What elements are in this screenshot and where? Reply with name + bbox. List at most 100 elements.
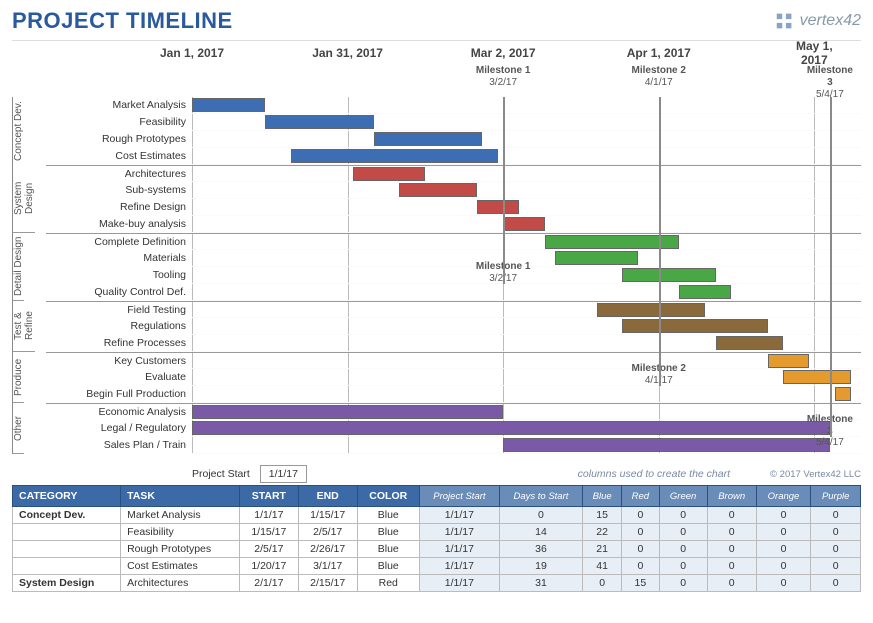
- table-subcell[interactable]: 0: [707, 541, 756, 558]
- table-subcell[interactable]: 36: [499, 541, 582, 558]
- table-subcell[interactable]: 0: [756, 507, 811, 524]
- table-subcell[interactable]: 41: [583, 558, 622, 575]
- table-subheader: Days to Start: [499, 486, 582, 507]
- table-cell[interactable]: Architectures: [121, 575, 240, 592]
- table-subcell[interactable]: 1/1/17: [419, 575, 499, 592]
- gantt-bar: [768, 354, 809, 368]
- bar-row: [192, 165, 861, 182]
- table-cell[interactable]: System Design: [13, 575, 121, 592]
- table-subcell[interactable]: 0: [622, 541, 659, 558]
- bar-row: [192, 148, 861, 165]
- task-label: Regulations: [46, 318, 192, 335]
- task-label-column: Market AnalysisFeasibilityRough Prototyp…: [46, 97, 192, 454]
- table-cell[interactable]: [13, 524, 121, 541]
- table-subcell[interactable]: 0: [622, 507, 659, 524]
- gantt-bar: [835, 387, 851, 401]
- gantt-bar: [291, 149, 498, 163]
- table-subcell[interactable]: 22: [583, 524, 622, 541]
- table-subcell[interactable]: 0: [659, 575, 707, 592]
- task-label: Materials: [46, 250, 192, 267]
- brand-text: vertex42: [800, 12, 861, 30]
- table-cell[interactable]: Blue: [357, 524, 419, 541]
- table-subcell[interactable]: 1/1/17: [419, 524, 499, 541]
- table-subcell[interactable]: 19: [499, 558, 582, 575]
- table-subcell[interactable]: 0: [707, 507, 756, 524]
- table-cell[interactable]: [13, 541, 121, 558]
- group-label: Produce: [12, 352, 24, 403]
- task-label: Complete Definition: [46, 233, 192, 250]
- table-subcell[interactable]: 0: [811, 575, 861, 592]
- table-cell[interactable]: Rough Prototypes: [121, 541, 240, 558]
- meta-row: Project Start 1/1/17 columns used to cre…: [12, 465, 861, 483]
- table-cell[interactable]: Market Analysis: [121, 507, 240, 524]
- brand-logo: vertex42: [774, 10, 861, 32]
- table-subcell[interactable]: 0: [583, 575, 622, 592]
- table-subcell[interactable]: 21: [583, 541, 622, 558]
- table-subcell[interactable]: 0: [659, 558, 707, 575]
- task-label: Tooling: [46, 267, 192, 284]
- table-subcell[interactable]: 0: [707, 575, 756, 592]
- header: PROJECT TIMELINE vertex42: [12, 8, 861, 34]
- table-cell[interactable]: Blue: [357, 558, 419, 575]
- task-label: Quality Control Def.: [46, 284, 192, 301]
- table-subcell[interactable]: 1/1/17: [419, 558, 499, 575]
- table-cell[interactable]: Blue: [357, 507, 419, 524]
- table-cell[interactable]: 2/1/17: [239, 575, 298, 592]
- table-cell[interactable]: 1/15/17: [239, 524, 298, 541]
- gantt-bar: [622, 268, 715, 282]
- table-cell[interactable]: Feasibility: [121, 524, 240, 541]
- gantt-bar: [374, 132, 483, 146]
- table-subheader: Red: [622, 486, 659, 507]
- table-subcell[interactable]: 0: [756, 575, 811, 592]
- table-cell[interactable]: Blue: [357, 541, 419, 558]
- table-subcell[interactable]: 0: [622, 558, 659, 575]
- copyright: © 2017 Vertex42 LLC: [770, 469, 861, 480]
- table-subcell[interactable]: 0: [707, 524, 756, 541]
- table-subcell[interactable]: 0: [811, 558, 861, 575]
- table-subcell[interactable]: 14: [499, 524, 582, 541]
- table-cell[interactable]: Cost Estimates: [121, 558, 240, 575]
- table-cell[interactable]: Red: [357, 575, 419, 592]
- task-label: Cost Estimates: [46, 148, 192, 165]
- table-cell[interactable]: 2/26/17: [298, 541, 357, 558]
- table-subcell[interactable]: 1/1/17: [419, 507, 499, 524]
- table-cell[interactable]: 3/1/17: [298, 558, 357, 575]
- table-subheader: Purple: [811, 486, 861, 507]
- task-label: Key Customers: [46, 352, 192, 369]
- table-cell[interactable]: 2/5/17: [239, 541, 298, 558]
- gantt-bar: [555, 251, 638, 265]
- milestone-label: Milestone 13/2/17: [476, 65, 530, 89]
- project-start-value[interactable]: 1/1/17: [260, 465, 307, 483]
- gantt-bar: [192, 98, 265, 112]
- table-subcell[interactable]: 0: [811, 541, 861, 558]
- table-cell[interactable]: 2/15/17: [298, 575, 357, 592]
- table-cell[interactable]: 1/15/17: [298, 507, 357, 524]
- table-header: END: [298, 486, 357, 507]
- table-cell[interactable]: 2/5/17: [298, 524, 357, 541]
- bar-row: [192, 420, 861, 437]
- table-subcell[interactable]: 0: [756, 524, 811, 541]
- vertex-icon: [774, 10, 796, 32]
- table-subcell[interactable]: 1/1/17: [419, 541, 499, 558]
- date-tick: Mar 2, 2017: [471, 46, 536, 60]
- task-label: Architectures: [46, 165, 192, 182]
- table-subcell[interactable]: 0: [659, 541, 707, 558]
- table-subcell[interactable]: 31: [499, 575, 582, 592]
- gantt-bar: [192, 405, 503, 419]
- table-subcell[interactable]: 0: [499, 507, 582, 524]
- bar-row: [192, 267, 861, 284]
- table-subcell[interactable]: 0: [622, 524, 659, 541]
- table-subcell[interactable]: 15: [583, 507, 622, 524]
- table-subcell[interactable]: 0: [811, 507, 861, 524]
- table-subcell[interactable]: 15: [622, 575, 659, 592]
- table-subcell[interactable]: 0: [756, 541, 811, 558]
- table-cell[interactable]: 1/20/17: [239, 558, 298, 575]
- table-subcell[interactable]: 0: [756, 558, 811, 575]
- table-subcell[interactable]: 0: [811, 524, 861, 541]
- table-subcell[interactable]: 0: [659, 507, 707, 524]
- table-subcell[interactable]: 0: [707, 558, 756, 575]
- table-cell[interactable]: 1/1/17: [239, 507, 298, 524]
- table-subcell[interactable]: 0: [659, 524, 707, 541]
- table-cell[interactable]: [13, 558, 121, 575]
- table-cell[interactable]: Concept Dev.: [13, 507, 121, 524]
